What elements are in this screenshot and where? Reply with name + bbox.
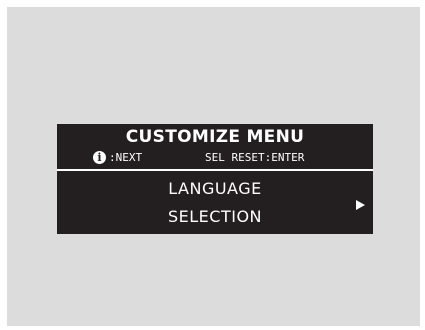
next-hint-label: :NEXT bbox=[109, 151, 143, 164]
info-icon: i bbox=[93, 151, 106, 164]
customize-menu-screen: CUSTOMIZE MENU i :NEXT SEL RESET:ENTER L… bbox=[57, 124, 373, 234]
display-frame: CUSTOMIZE MENU i :NEXT SEL RESET:ENTER L… bbox=[7, 7, 420, 326]
menu-item-language-line1[interactable]: LANGUAGE bbox=[57, 179, 373, 198]
right-triangle-icon[interactable] bbox=[356, 200, 365, 210]
menu-item-language-line2[interactable]: SELECTION bbox=[57, 207, 373, 226]
menu-title: CUSTOMIZE MENU bbox=[125, 127, 305, 147]
sel-reset-hint: SEL RESET:ENTER bbox=[205, 151, 305, 164]
divider bbox=[57, 169, 373, 171]
next-hint: i :NEXT bbox=[93, 151, 142, 164]
